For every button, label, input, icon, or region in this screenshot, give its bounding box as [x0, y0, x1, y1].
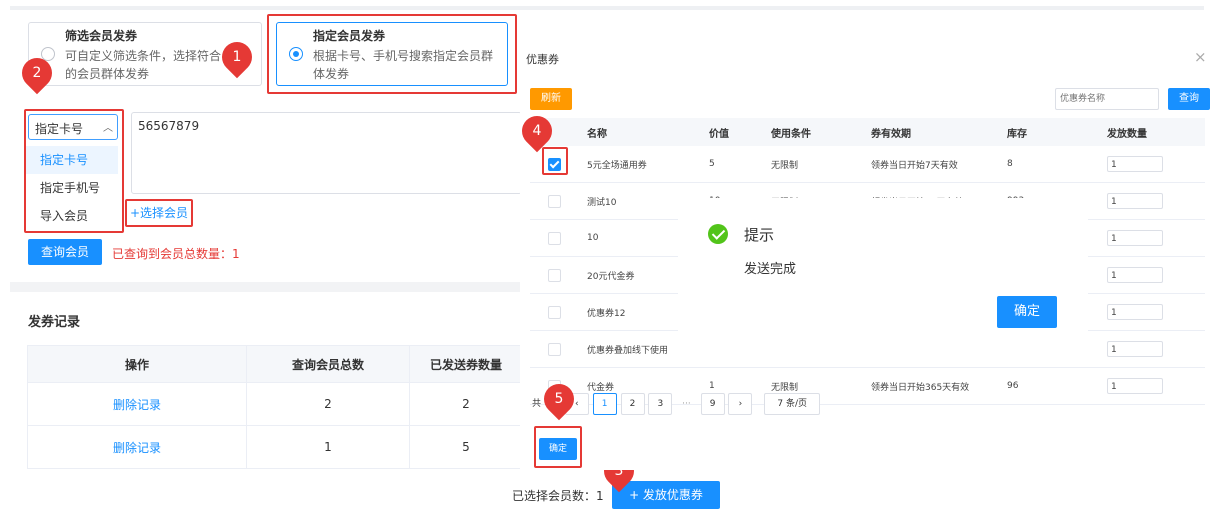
card-number-value: 56567879	[138, 119, 200, 133]
page-1[interactable]: 1	[592, 393, 617, 415]
col-stock: 库存	[1006, 118, 1106, 146]
record-sent: 2	[409, 382, 523, 426]
pagination-total: 共	[532, 399, 542, 409]
record-sent: 5	[409, 425, 523, 469]
records-header-sent: 已发送券数量	[409, 345, 523, 383]
table-row: 删除记录 2 2	[27, 382, 523, 426]
coupon-search-button[interactable]: 查询	[1168, 88, 1210, 110]
table-row: 删除记录 1 5	[27, 425, 523, 469]
card-number-textarea[interactable]: 56567879	[131, 112, 522, 194]
dropdown-option-card[interactable]: 指定卡号	[26, 146, 118, 174]
page-size-select[interactable]: 7 条/页	[764, 393, 821, 415]
filter-member-desc-2: 的会员群体发券	[65, 67, 150, 81]
col-value: 价值	[708, 118, 770, 146]
qty-input[interactable]: 1	[1107, 156, 1163, 172]
search-type-select[interactable]: 指定卡号 ︿	[28, 114, 118, 140]
coupon-condition: 无限制	[770, 146, 870, 183]
close-icon[interactable]: ×	[1194, 48, 1207, 66]
filter-member-title: 筛选会员发券	[65, 29, 138, 43]
step-badge-1: 1	[215, 35, 259, 79]
next-page-button[interactable]: ›	[728, 393, 753, 415]
search-type-value: 指定卡号	[35, 122, 84, 136]
dialog-message: 发送完成	[744, 262, 797, 277]
dialog-ok-button[interactable]: 确定	[997, 296, 1057, 328]
col-validity: 券有效期	[870, 118, 1006, 146]
step-badge-5: 5	[537, 377, 581, 421]
section-divider	[10, 282, 520, 292]
qty-input[interactable]: 1	[1107, 341, 1163, 357]
highlight-box-4	[542, 147, 568, 175]
filter-member-desc-1: 可自定义筛选条件，选择符合	[65, 49, 222, 63]
query-member-button[interactable]: 查询会员	[28, 239, 102, 265]
step-badge-1-label: 1	[232, 49, 242, 65]
table-row: 5元全场通用券 5 无限制 领券当日开始7天有效 8 1	[530, 146, 1205, 183]
chevron-up-icon: ︿	[103, 123, 113, 134]
records-header-action: 操作	[27, 345, 247, 383]
specified-member-desc-1: 根据卡号、手机号搜索指定会员群	[313, 49, 494, 63]
qty-input[interactable]: 1	[1107, 193, 1163, 209]
coupon-validity: 领券当日开始365天有效	[870, 367, 1006, 405]
dialog-title: 提示	[744, 226, 775, 244]
page-2[interactable]: 2	[620, 393, 645, 415]
step-badge-4-label: 4	[532, 123, 542, 139]
dropdown-option-import[interactable]: 导入会员	[26, 202, 118, 230]
records-header-total: 查询会员总数	[246, 345, 410, 383]
row-checkbox[interactable]	[548, 268, 561, 282]
coupon-search-input[interactable]	[1055, 88, 1159, 110]
page-9[interactable]: 9	[700, 393, 725, 415]
delete-record-link[interactable]: 删除记录	[113, 398, 161, 412]
specified-member-desc-2: 体发券	[313, 67, 350, 81]
page-size-value: 7 条/页	[777, 399, 808, 409]
qty-input[interactable]: 1	[1107, 230, 1163, 246]
coupon-name: 5元全场通用券	[586, 146, 708, 183]
coupon-value: 5	[708, 146, 770, 183]
row-checkbox[interactable]	[548, 231, 561, 245]
select-member-link[interactable]: +选择会员	[130, 204, 188, 221]
search-type-dropdown: 指定卡号 指定手机号 导入会员	[26, 146, 118, 230]
dropdown-option-phone[interactable]: 指定手机号	[26, 174, 118, 202]
coupon-stock: 8	[1006, 146, 1106, 183]
page-3[interactable]: 3	[648, 393, 673, 415]
modal-title: 优惠券	[526, 53, 559, 66]
row-checkbox[interactable]	[548, 342, 561, 356]
col-name: 名称	[586, 118, 708, 146]
specified-member-card[interactable]: 指定会员发券 根据卡号、手机号搜索指定会员群 体发券	[276, 22, 508, 86]
coupon-stock: 96	[1006, 367, 1106, 405]
step-badge-4: 4	[515, 109, 559, 153]
record-total: 1	[246, 425, 410, 469]
specified-member-title: 指定会员发券	[313, 29, 386, 43]
coupon-validity: 领券当日开始7天有效	[870, 146, 1006, 183]
col-condition: 使用条件	[770, 118, 870, 146]
specified-member-radio[interactable]	[289, 47, 303, 61]
qty-input[interactable]: 1	[1107, 267, 1163, 283]
page-ellipsis: ···	[682, 399, 691, 409]
qty-input[interactable]: 1	[1107, 304, 1163, 320]
step-badge-5-label: 5	[554, 391, 564, 407]
refresh-button[interactable]: 刷新	[530, 88, 572, 110]
modal-confirm-button[interactable]: 确定	[539, 438, 577, 460]
records-table: 操作 查询会员总数 已发送券数量 删除记录 2 2 删除记录 1 5	[27, 345, 523, 469]
qty-input[interactable]: 1	[1107, 378, 1163, 394]
delete-record-link[interactable]: 删除记录	[113, 441, 161, 455]
step-badge-2-label: 2	[32, 65, 42, 81]
check-circle-icon	[708, 224, 728, 244]
record-total: 2	[246, 382, 410, 426]
step-badge-2: 2	[15, 51, 59, 95]
row-checkbox[interactable]	[548, 305, 561, 319]
col-qty: 发放数量	[1106, 118, 1205, 146]
pagination: 共 ‹ 1 2 3 ··· 9 › 7 条/页	[532, 393, 821, 415]
row-checkbox[interactable]	[548, 194, 561, 208]
query-result-text: 已查询到会员总数量：1	[112, 247, 240, 261]
success-dialog: 提示 发送完成 确定	[678, 198, 1088, 350]
selected-member-count: 已选择会员数：1	[512, 489, 604, 503]
records-title: 发券记录	[28, 315, 81, 330]
